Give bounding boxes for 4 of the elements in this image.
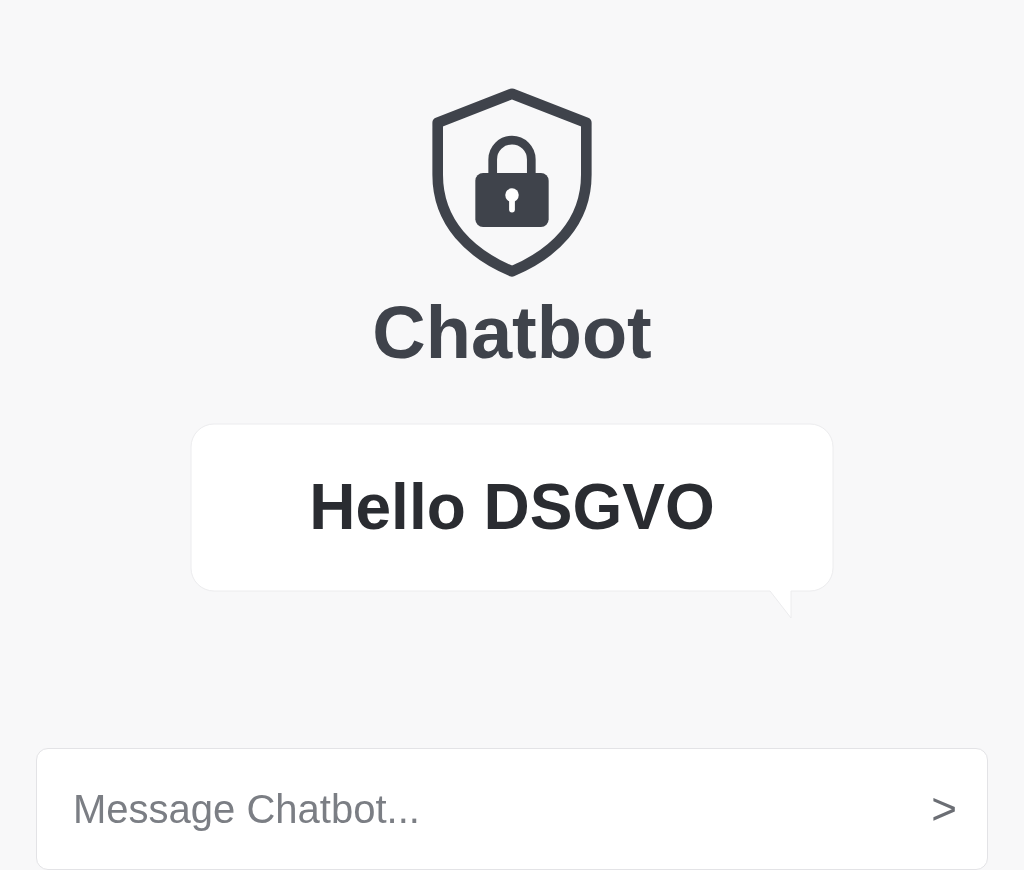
app-title: Chatbot <box>372 291 652 376</box>
message-text: Hello DSGVO <box>309 470 715 545</box>
message-input[interactable]: Message Chatbot... > <box>36 748 988 870</box>
send-button[interactable]: > <box>927 784 961 835</box>
